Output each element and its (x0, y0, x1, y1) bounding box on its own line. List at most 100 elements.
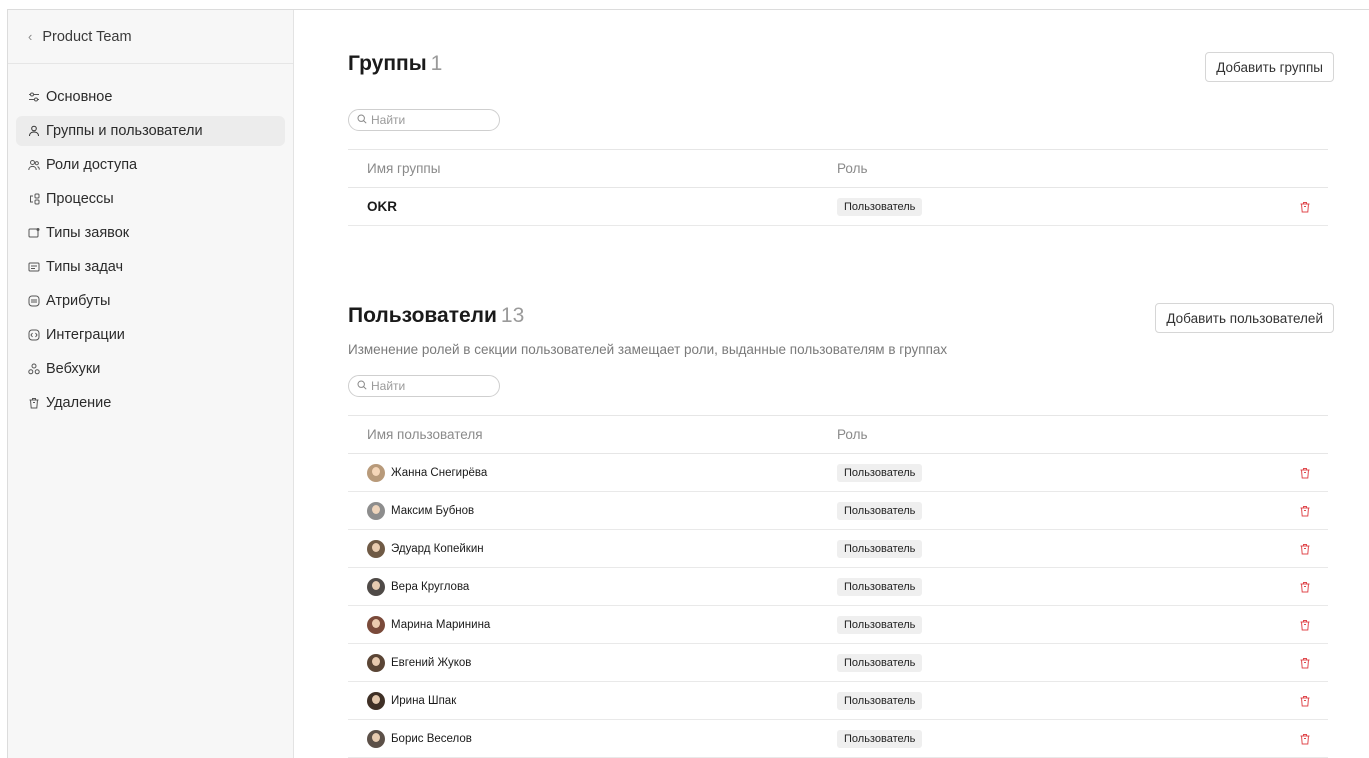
delete-icon[interactable] (1298, 580, 1312, 594)
role-badge[interactable]: Пользователь (837, 540, 923, 558)
sidebar-item-0[interactable]: Основное (16, 82, 285, 112)
delete-icon[interactable] (1298, 466, 1312, 480)
groups-table-header: Имя группы Роль (348, 149, 1328, 188)
table-row[interactable]: Борис Веселов Пользователь (348, 720, 1328, 758)
sidebar-item-label: Группы и пользователи (46, 123, 203, 139)
users-title: Пользователи 13 (348, 304, 524, 328)
user-name[interactable]: Максим Бубнов (391, 505, 474, 517)
avatar (367, 615, 385, 634)
sidebar-nav: Основное Группы и пользователи Роли доступ… (8, 64, 293, 418)
column-user-name: Имя пользователя (367, 427, 483, 442)
users-table: Имя пользователя Роль Жанна Снегирёва Пол… (348, 415, 1328, 758)
search-icon (357, 111, 367, 129)
role-badge[interactable]: Пользователь (837, 464, 923, 482)
sidebar-item-3[interactable]: Процессы (16, 184, 285, 214)
main-content: Группы1 Добавить группы Имя группы Роль … (295, 10, 1369, 758)
delete-icon[interactable] (1298, 504, 1312, 518)
role-badge[interactable]: Пользователь (837, 578, 923, 596)
app-frame: ‹ Product Team Основное Группы и пользова… (7, 9, 1369, 758)
sidebar-item-7[interactable]: Интеграции (16, 320, 285, 350)
delete-icon[interactable] (1298, 200, 1312, 214)
user-name[interactable]: Эдуард Копейкин (391, 543, 484, 555)
sidebar-item-label: Интеграции (46, 327, 125, 343)
table-row[interactable]: Эдуард Копейкин Пользователь (348, 530, 1328, 568)
delete-icon[interactable] (1298, 694, 1312, 708)
avatar (367, 653, 385, 672)
sidebar-item-1[interactable]: Группы и пользователи (16, 116, 285, 146)
avatar (367, 691, 385, 710)
add-users-button[interactable]: Добавить пользователей (1155, 303, 1334, 333)
attributes-icon (28, 295, 40, 307)
add-groups-button[interactable]: Добавить группы (1205, 52, 1334, 82)
delete-icon[interactable] (1298, 732, 1312, 746)
sidebar-item-label: Атрибуты (46, 293, 111, 309)
sidebar-item-label: Процессы (46, 191, 114, 207)
groups-count: 1 (430, 52, 443, 75)
sidebar-item-6[interactable]: Атрибуты (16, 286, 285, 316)
table-row[interactable]: Ирина Шпак Пользователь (348, 682, 1328, 720)
trash-icon (28, 397, 40, 409)
role-badge[interactable]: Пользователь (837, 692, 923, 710)
table-row[interactable]: Евгений Жуков Пользователь (348, 644, 1328, 682)
avatar (367, 729, 385, 748)
sidebar-item-4[interactable]: Типы заявок (16, 218, 285, 248)
column-role: Роль (837, 427, 868, 442)
role-badge[interactable]: Пользователь (837, 616, 923, 634)
user-name[interactable]: Ирина Шпак (391, 695, 456, 707)
table-row[interactable]: Максим Бубнов Пользователь (348, 492, 1328, 530)
task-type-icon (28, 261, 40, 273)
groups-table-body: OKR Пользователь (348, 188, 1328, 226)
users-count: 13 (500, 304, 525, 327)
delete-icon[interactable] (1298, 542, 1312, 556)
search-icon (357, 377, 367, 395)
sidebar: ‹ Product Team Основное Группы и пользова… (8, 10, 294, 758)
groups-title-text: Группы (348, 52, 427, 75)
role-badge[interactable]: Пользователь (837, 198, 923, 216)
users-search[interactable] (348, 375, 500, 397)
sidebar-item-2[interactable]: Роли доступа (16, 150, 285, 180)
sidebar-item-label: Удаление (46, 395, 112, 411)
sidebar-item-label: Роли доступа (46, 157, 138, 173)
table-row[interactable]: Жанна Снегирёва Пользователь (348, 454, 1328, 492)
sidebar-item-9[interactable]: Удаление (16, 388, 285, 418)
group-name[interactable]: OKR (367, 199, 397, 214)
delete-icon[interactable] (1298, 618, 1312, 632)
avatar (367, 539, 385, 558)
users-subtitle: Изменение ролей в секции пользователей з… (348, 342, 948, 357)
role-badge[interactable]: Пользователь (837, 654, 923, 672)
sidebar-item-8[interactable]: Вебхуки (16, 354, 285, 384)
request-type-icon (28, 227, 40, 239)
groups-search-input[interactable] (371, 113, 491, 127)
sliders-icon (28, 91, 40, 103)
user-name[interactable]: Борис Веселов (391, 733, 472, 745)
table-row[interactable]: Марина Маринина Пользователь (348, 606, 1328, 644)
team-name: Product Team (42, 28, 132, 45)
users-table-header: Имя пользователя Роль (348, 415, 1328, 454)
table-row[interactable]: Вера Круглова Пользователь (348, 568, 1328, 606)
user-icon (28, 125, 40, 137)
groups-title: Группы 1 (348, 52, 442, 76)
sidebar-item-label: Вебхуки (46, 361, 101, 377)
process-icon (28, 193, 40, 205)
integrations-icon (28, 329, 40, 341)
column-role: Роль (837, 161, 868, 176)
sidebar-item-label: Типы заявок (46, 225, 130, 241)
delete-icon[interactable] (1298, 656, 1312, 670)
user-name[interactable]: Марина Маринина (391, 619, 490, 631)
users-icon (28, 159, 40, 171)
users-table-body: Жанна Снегирёва Пользователь Максим Бубнов… (348, 454, 1328, 758)
sidebar-item-5[interactable]: Типы задач (16, 252, 285, 282)
sidebar-item-label: Основное (46, 89, 113, 105)
user-name[interactable]: Вера Круглова (391, 581, 469, 593)
user-name[interactable]: Жанна Снегирёва (391, 467, 487, 479)
role-badge[interactable]: Пользователь (837, 730, 923, 748)
users-search-input[interactable] (371, 379, 491, 393)
role-badge[interactable]: Пользователь (837, 502, 923, 520)
avatar (367, 463, 385, 482)
user-name[interactable]: Евгений Жуков (391, 657, 471, 669)
column-group-name: Имя группы (367, 161, 441, 176)
sidebar-item-label: Типы задач (46, 259, 124, 275)
back-link[interactable]: ‹ Product Team (8, 10, 293, 64)
table-row[interactable]: OKR Пользователь (348, 188, 1328, 226)
groups-search[interactable] (348, 109, 500, 131)
